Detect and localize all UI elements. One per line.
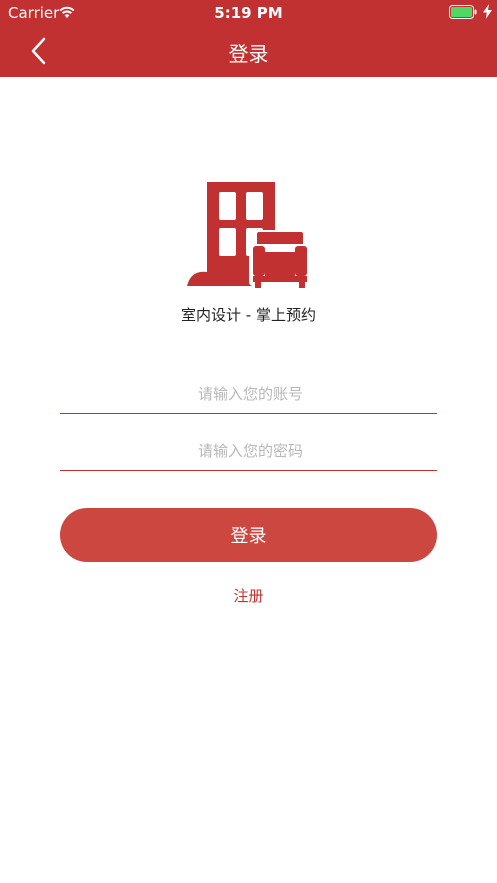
charging-bolt-icon — [483, 4, 492, 19]
login-button[interactable]: 登录 — [60, 508, 437, 562]
account-field — [60, 373, 441, 415]
header: Carrier 5:19 PM 登录 — [0, 0, 497, 77]
building-sofa-icon — [187, 182, 311, 288]
login-button-label: 登录 — [230, 526, 267, 547]
page-title: 登录 — [228, 42, 269, 66]
account-input[interactable] — [60, 373, 441, 415]
status-time: 5:19 PM — [214, 4, 283, 22]
nav-bar: 登录 — [0, 26, 497, 77]
status-bar: Carrier 5:19 PM — [0, 0, 497, 26]
password-field — [60, 430, 441, 472]
battery-icon — [449, 5, 477, 19]
register-link[interactable]: 注册 — [0, 585, 497, 606]
password-input[interactable] — [60, 430, 441, 472]
app-slogan: 室内设计 - 掌上预约 — [181, 306, 316, 324]
